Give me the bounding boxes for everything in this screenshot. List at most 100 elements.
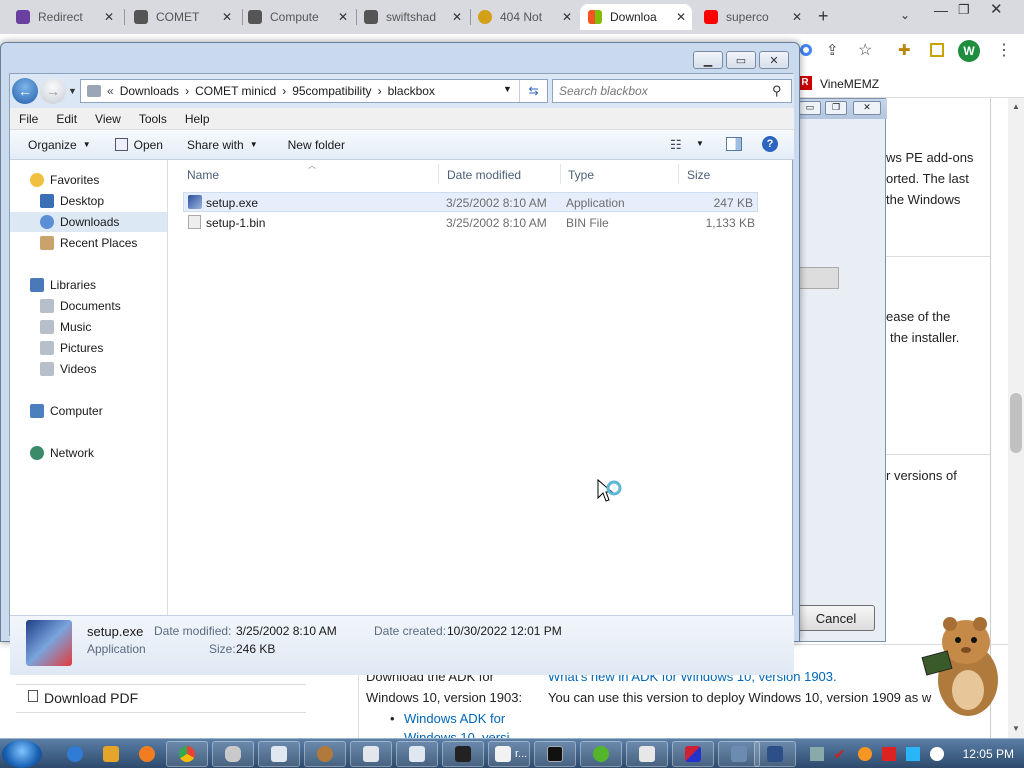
close-tab-icon[interactable]: ✕ bbox=[222, 10, 232, 24]
mouse-icon[interactable] bbox=[212, 741, 254, 767]
nav-videos[interactable]: Videos bbox=[10, 359, 167, 379]
download-pdf-link[interactable]: Download PDF bbox=[44, 690, 138, 706]
paint-icon[interactable] bbox=[672, 741, 714, 767]
tray-search-icon[interactable] bbox=[857, 747, 872, 761]
start-button[interactable] bbox=[2, 740, 42, 768]
column-type[interactable]: Type bbox=[568, 168, 594, 182]
new-tab-icon[interactable]: + bbox=[818, 6, 829, 27]
breadcrumb-blackbox[interactable]: blackbox bbox=[388, 84, 435, 98]
open-button[interactable]: Open bbox=[103, 138, 175, 152]
bookmark-star-icon[interactable]: ☆ bbox=[858, 40, 872, 60]
windows-adk-link[interactable]: Windows ADK for bbox=[404, 711, 505, 726]
nav-music[interactable]: Music bbox=[10, 317, 167, 337]
folder-icon[interactable] bbox=[350, 741, 392, 767]
firefox-icon[interactable] bbox=[126, 741, 168, 767]
nav-recent-places[interactable]: Recent Places bbox=[10, 233, 167, 253]
nav-documents[interactable]: Documents bbox=[10, 296, 167, 316]
window-icon[interactable] bbox=[258, 741, 300, 767]
share-with-button[interactable]: Share with ▼ bbox=[175, 138, 270, 152]
7zip-icon[interactable] bbox=[442, 741, 484, 767]
close-tab-icon[interactable]: ✕ bbox=[792, 10, 802, 24]
browser-tab[interactable]: superco ✕ bbox=[696, 4, 808, 30]
share-icon[interactable]: ⇪ bbox=[826, 41, 839, 59]
column-name[interactable]: Name bbox=[187, 168, 219, 182]
browser-tab[interactable]: swiftshad ✕ bbox=[356, 4, 468, 30]
notepad-icon[interactable]: r... bbox=[488, 741, 530, 767]
close-icon[interactable]: ✕ bbox=[853, 101, 881, 115]
xbox-icon[interactable] bbox=[580, 741, 622, 767]
extension-icon[interactable]: ✚ bbox=[898, 41, 911, 59]
minimize-icon[interactable]: — bbox=[934, 2, 948, 18]
column-date-modified[interactable]: Date modified bbox=[447, 168, 521, 182]
chrome-icon[interactable] bbox=[166, 741, 208, 767]
maximize-button[interactable]: ▭ bbox=[726, 51, 756, 69]
forward-button[interactable]: → bbox=[40, 78, 66, 104]
preview-pane-icon[interactable] bbox=[726, 137, 742, 151]
file-row[interactable]: setup.exe 3/25/2002 8:10 AM Application … bbox=[183, 192, 758, 212]
tray-icon[interactable] bbox=[809, 747, 824, 761]
breadcrumb-downloads[interactable]: Downloads bbox=[120, 84, 179, 98]
search-icon[interactable]: ⚲ bbox=[772, 83, 782, 99]
nav-favorites[interactable]: Favorites bbox=[30, 170, 187, 190]
taskbar-clock[interactable]: 12:05 PM bbox=[963, 747, 1014, 761]
refresh-icon[interactable]: ⇆ bbox=[519, 80, 547, 102]
close-tab-icon[interactable]: ✕ bbox=[562, 10, 572, 24]
maximize-icon[interactable]: ❐ bbox=[825, 101, 847, 115]
browser-tab-active[interactable]: Downloa ✕ bbox=[580, 4, 692, 30]
browser-tab[interactable]: Compute ✕ bbox=[240, 4, 354, 30]
menu-view[interactable]: View bbox=[86, 112, 130, 126]
explorer-icon[interactable] bbox=[396, 741, 438, 767]
cmd-icon[interactable] bbox=[534, 741, 576, 767]
chevron-down-icon[interactable]: ⌄ bbox=[900, 8, 910, 22]
address-dropdown-icon[interactable]: ▼ bbox=[503, 84, 512, 94]
browser-tab[interactable]: COMET ✕ bbox=[126, 4, 238, 30]
close-tab-icon[interactable]: ✕ bbox=[338, 10, 348, 24]
nav-libraries[interactable]: Libraries bbox=[30, 275, 187, 295]
tray-check-icon[interactable]: ✔ bbox=[834, 747, 848, 761]
file-row[interactable]: setup-1.bin 3/25/2002 8:10 AM BIN File 1… bbox=[183, 213, 758, 233]
close-tab-icon[interactable]: ✕ bbox=[452, 10, 462, 24]
browser-tab[interactable]: Redirect ✕ bbox=[8, 4, 120, 30]
close-button[interactable]: ✕ bbox=[759, 51, 789, 69]
organize-button[interactable]: Organize ▼ bbox=[10, 138, 103, 152]
hamster-icon[interactable] bbox=[304, 741, 346, 767]
menu-help[interactable]: Help bbox=[176, 112, 219, 126]
scrollbar-thumb[interactable] bbox=[1010, 393, 1022, 453]
menu-edit[interactable]: Edit bbox=[47, 112, 86, 126]
view-options-icon[interactable]: ☷ bbox=[670, 137, 682, 153]
menu-tools[interactable]: Tools bbox=[130, 112, 176, 126]
clipboard-icon[interactable] bbox=[626, 741, 668, 767]
tray-flag-icon[interactable] bbox=[881, 747, 896, 761]
breadcrumb-95compat[interactable]: 95compatibility bbox=[292, 84, 371, 98]
address-breadcrumb[interactable]: « Downloads › COMET minicd › 95compatibili… bbox=[80, 79, 548, 103]
nav-downloads[interactable]: Downloads bbox=[10, 212, 167, 232]
back-button[interactable]: ← bbox=[12, 78, 38, 104]
browser-tab[interactable]: 404 Not ✕ bbox=[470, 4, 578, 30]
recent-pages-icon[interactable]: ▼ bbox=[68, 86, 77, 96]
chevron-down-icon[interactable]: ▼ bbox=[696, 139, 704, 148]
breadcrumb-comet[interactable]: COMET minicd bbox=[195, 84, 276, 98]
column-size[interactable]: Size bbox=[687, 168, 710, 182]
minimize-icon[interactable]: ▭ bbox=[799, 101, 821, 115]
nav-computer[interactable]: Computer bbox=[30, 401, 187, 421]
close-tab-icon[interactable]: ✕ bbox=[676, 10, 686, 24]
restore-icon[interactable]: ❐ bbox=[958, 2, 970, 18]
close-tab-icon[interactable]: ✕ bbox=[104, 10, 114, 24]
menu-file[interactable]: File bbox=[10, 112, 47, 126]
profile-avatar[interactable]: W bbox=[958, 40, 980, 62]
minimize-button[interactable]: ▁ bbox=[693, 51, 723, 69]
search-input[interactable]: Search blackbox bbox=[552, 79, 792, 103]
page-scrollbar[interactable]: ▲ ▼ bbox=[1008, 98, 1024, 738]
cancel-button[interactable]: Cancel bbox=[797, 605, 875, 631]
more-menu-icon[interactable]: ⋮ bbox=[996, 40, 1012, 60]
nav-pictures[interactable]: Pictures bbox=[10, 338, 167, 358]
nav-network[interactable]: Network bbox=[30, 443, 187, 463]
sidebar-icon[interactable] bbox=[930, 43, 944, 57]
new-folder-button[interactable]: New folder bbox=[270, 138, 357, 152]
nav-desktop[interactable]: Desktop bbox=[10, 191, 167, 211]
windows-adk-link-cut[interactable]: Windows 10, versi bbox=[404, 730, 509, 738]
bookmark-vinememz[interactable]: VineMEMZ bbox=[820, 77, 879, 91]
close-icon[interactable]: ✕ bbox=[990, 0, 1003, 18]
help-icon[interactable]: ? bbox=[762, 136, 778, 152]
computer-icon[interactable] bbox=[754, 741, 796, 767]
